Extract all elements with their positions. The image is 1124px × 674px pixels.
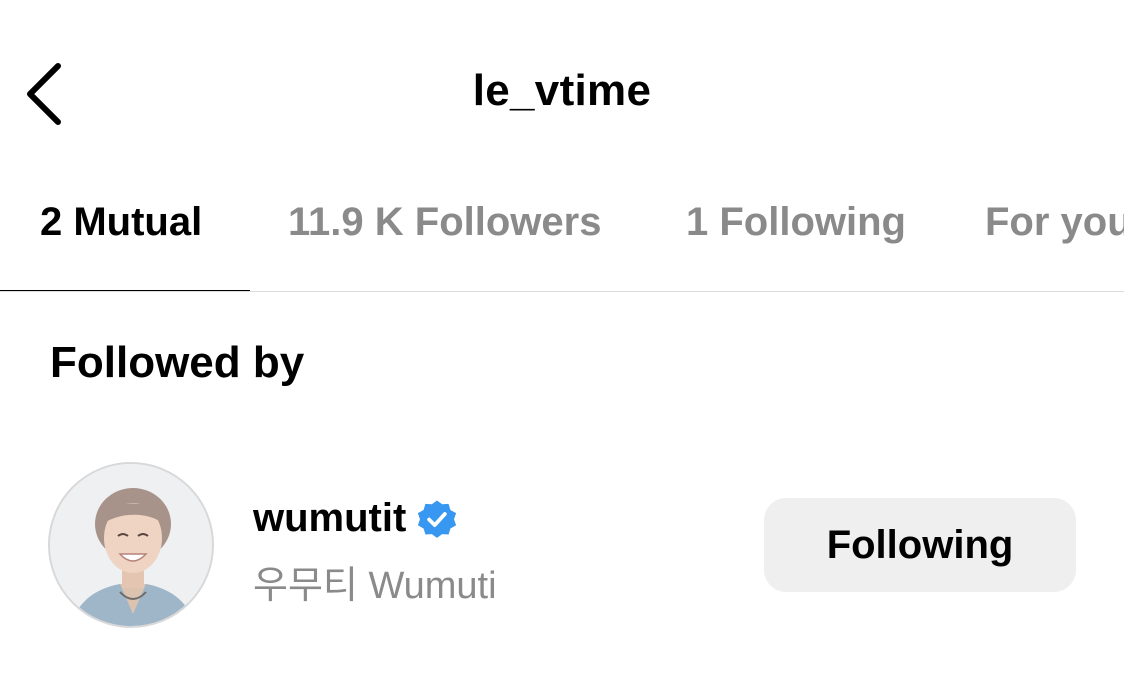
tab-for-you[interactable]: For you — [985, 200, 1124, 245]
list-item[interactable]: wumutit 우무티 Wumuti Following — [0, 460, 1124, 632]
avatar[interactable] — [48, 462, 214, 628]
tab-bar: 2 Mutual 11.9 K Followers 1 Following Fo… — [0, 170, 1124, 292]
tab-followers[interactable]: 11.9 K Followers — [288, 200, 601, 245]
tab-mutual[interactable]: 2 Mutual — [40, 200, 202, 245]
username[interactable]: wumutit — [253, 496, 406, 541]
tab-following[interactable]: 1 Following — [686, 200, 906, 245]
following-button[interactable]: Following — [764, 498, 1076, 592]
page-title: le_vtime — [472, 66, 652, 115]
username-row: wumutit — [253, 496, 458, 541]
avatar-photo — [50, 464, 212, 626]
active-tab-indicator — [0, 290, 250, 291]
verified-badge-icon — [418, 500, 457, 538]
section-title: Followed by — [50, 338, 305, 387]
full-name: 우무티 Wumuti — [253, 565, 497, 607]
